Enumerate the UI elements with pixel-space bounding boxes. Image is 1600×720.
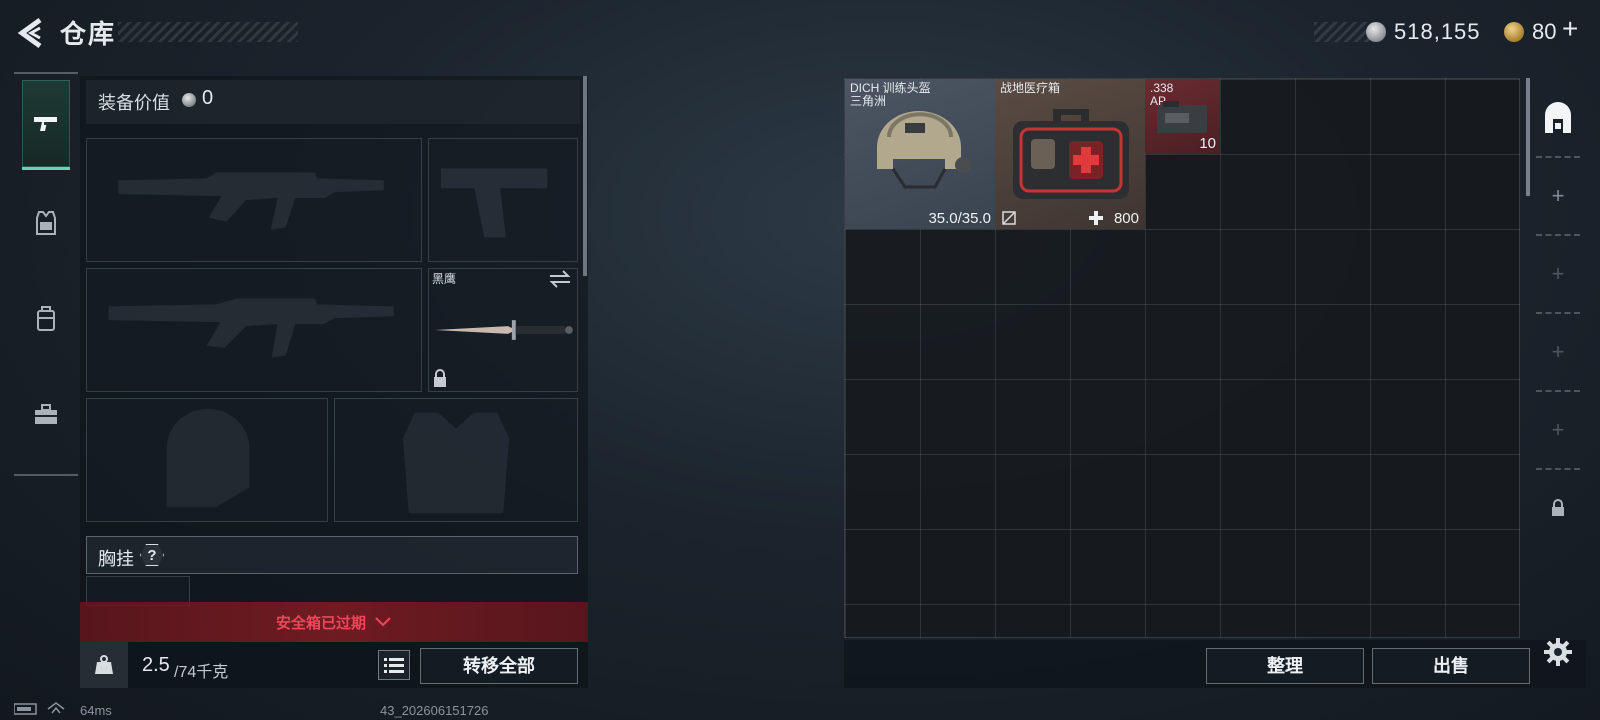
silver-coin-icon [182, 93, 196, 107]
sort-button[interactable]: 整理 [1206, 648, 1364, 684]
tab-stash-main[interactable] [1530, 78, 1586, 158]
pistol-icon [34, 116, 57, 131]
tab-armor[interactable] [22, 178, 70, 268]
gold-currency-value: 80 [1532, 19, 1557, 44]
body-armor-slot[interactable] [334, 398, 578, 522]
item-name: 战地医疗箱 [1000, 81, 1061, 95]
chevron-down-icon [375, 617, 391, 627]
tertiary-weapon-slot[interactable] [86, 268, 422, 392]
ammo-count: 10 [1199, 135, 1216, 152]
helmet-icon [877, 111, 971, 189]
weight-icon-box [80, 642, 128, 688]
build-id: 43_202606151726 [380, 703, 489, 718]
swap-icon[interactable] [548, 270, 572, 288]
list-icon [384, 658, 404, 673]
category-nav [14, 72, 78, 476]
rifle-silhouette-icon [108, 298, 394, 358]
title-decoration [118, 22, 298, 42]
toolbox-icon [35, 404, 57, 424]
list-view-button[interactable] [378, 650, 410, 680]
page-title: 仓库 [60, 19, 117, 49]
tab-toolbox[interactable] [22, 370, 70, 460]
stash-icon [1545, 102, 1571, 133]
gear-icon[interactable] [1542, 636, 1574, 668]
transfer-all-button[interactable]: 转移全部 [420, 648, 578, 684]
ping-readout: 64ms [80, 703, 112, 718]
back-arrow-icon[interactable] [14, 16, 48, 50]
add-container-button[interactable]: + [1530, 234, 1586, 314]
pistol-silhouette-icon [441, 168, 548, 238]
safe-box-status: 安全箱已过期 [275, 614, 366, 632]
weight-icon [95, 655, 113, 674]
stash-item-helmet[interactable]: DICH 训练头盔 三角洲 35.0/35.0 [845, 79, 995, 229]
currency-decoration [1314, 22, 1370, 42]
secondary-weapon-slot[interactable] [428, 138, 578, 262]
armor-silhouette-icon [402, 412, 510, 514]
lock-icon [434, 369, 446, 387]
backpack-icon [37, 306, 55, 331]
silver-coin-icon [1366, 22, 1386, 42]
helmet-silhouette-icon [166, 408, 250, 508]
no-durability-icon [1002, 211, 1016, 225]
add-container-button[interactable]: + [1530, 390, 1586, 470]
add-container-button[interactable]: + [1530, 312, 1586, 392]
heal-plus-icon [1089, 211, 1103, 225]
silver-currency-value: 518,155 [1394, 19, 1481, 44]
add-container-button[interactable]: + [1530, 156, 1586, 236]
current-weight: 2.5 [142, 654, 170, 676]
tab-backpack[interactable] [22, 274, 70, 364]
container-tabs: + + + + [1530, 78, 1586, 638]
equipment-value: 0 [202, 87, 214, 109]
helmet-slot[interactable] [86, 398, 328, 522]
lock-icon [1552, 499, 1564, 516]
locked-container-tab[interactable] [1530, 468, 1586, 548]
stash-item-medkit[interactable]: 战地医疗箱 800 [995, 79, 1145, 229]
sell-button[interactable]: 出售 [1372, 648, 1530, 684]
item-name: DICH 训练头盔 三角洲 [850, 81, 931, 108]
max-weight: /74千克 [174, 664, 229, 681]
durability-value: 35.0/35.0 [928, 210, 991, 227]
medkit-icon [1013, 109, 1129, 199]
primary-weapon-slot[interactable] [86, 138, 422, 262]
ammo-box-icon [1157, 101, 1207, 133]
chest-rig-label: 胸挂 [98, 549, 134, 569]
melee-weapon-name: 黑鹰 [432, 272, 457, 286]
equipment-value-label: 装备价值 [98, 93, 170, 113]
safe-box-expired-banner[interactable]: 安全箱已过期 [80, 602, 588, 642]
tab-weapons[interactable] [22, 80, 70, 170]
equipment-scrollbar[interactable] [583, 76, 587, 276]
gold-coin-icon [1504, 22, 1524, 42]
add-currency-button[interactable]: + [1562, 13, 1578, 45]
rig-icon [36, 211, 56, 235]
heal-amount: 800 [1113, 210, 1139, 227]
battery-wifi-icon [14, 702, 65, 715]
stash-item-ammo[interactable]: .338 AP 10 [1145, 79, 1220, 154]
rifle-silhouette-icon [118, 172, 384, 230]
